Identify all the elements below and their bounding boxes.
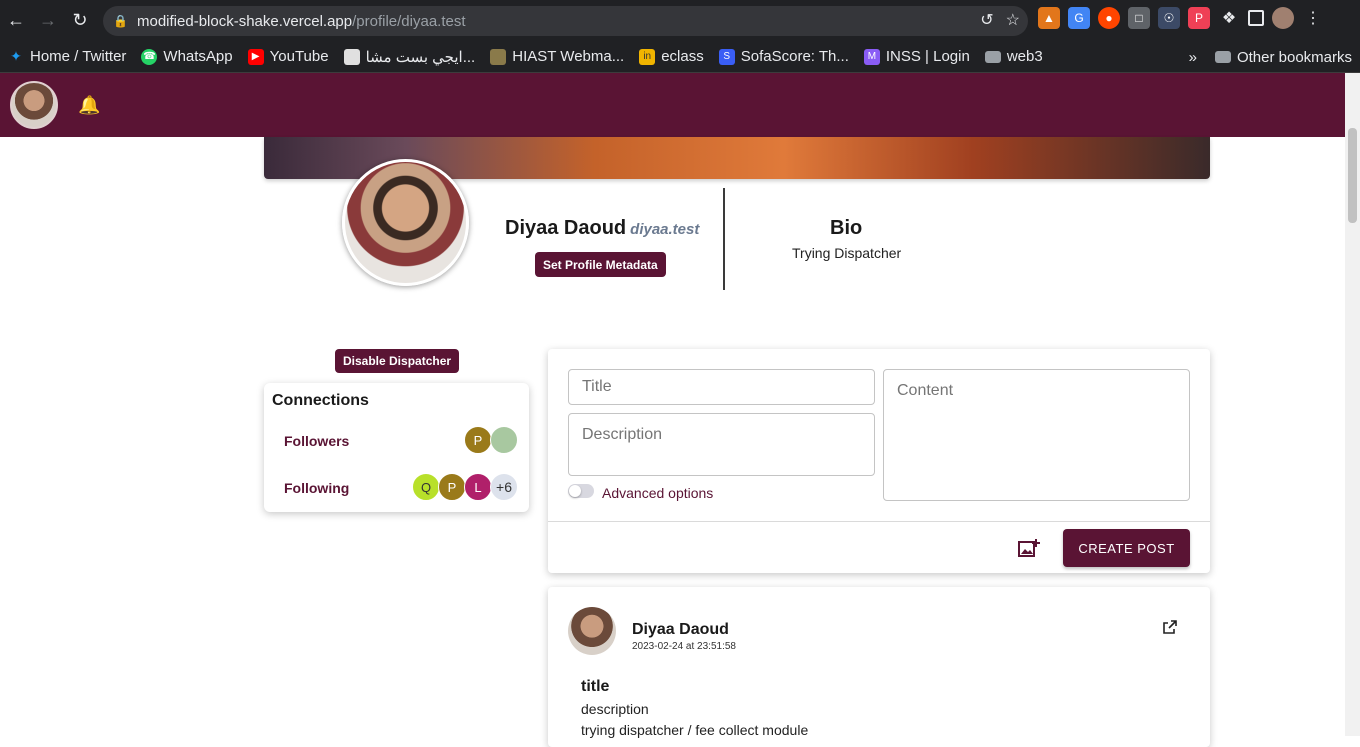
share-icon[interactable]: ↺: [980, 10, 993, 30]
create-post-card: Advanced options CREATE POST: [548, 349, 1210, 573]
connections-card: Connections Followers P Following Q P L …: [264, 383, 529, 512]
more-bookmarks-button[interactable]: »: [1189, 49, 1197, 66]
other-bookmarks-folder[interactable]: Other bookmarks: [1214, 49, 1352, 66]
add-image-icon[interactable]: [1018, 538, 1040, 558]
bookmarks-bar: ✦ Home / Twitter ☎ WhatsApp ▶ YouTube ايجي …: [0, 41, 1360, 73]
profile-avatar: [342, 159, 469, 286]
profile-avatar-icon[interactable]: [1272, 7, 1294, 29]
connections-title: Connections: [272, 392, 369, 409]
translate-icon[interactable]: G: [1068, 7, 1090, 29]
inss-icon: M: [863, 48, 880, 65]
bookmark-item[interactable]: ☎ WhatsApp: [141, 48, 233, 65]
followers-link[interactable]: Followers: [284, 433, 349, 449]
forward-arrow-icon[interactable]: →: [32, 5, 64, 37]
shield-ext-icon[interactable]: ☉: [1158, 7, 1180, 29]
lock-icon: 🔒: [113, 14, 128, 28]
back-arrow-icon[interactable]: ←: [0, 5, 32, 37]
profile-handle: diyaa.test: [630, 221, 700, 238]
post-card: Diyaa Daoud 2023-02-24 at 23:51:58 title…: [548, 587, 1210, 747]
user-avatar[interactable]: [10, 81, 58, 129]
app-header: 🔔: [0, 73, 1345, 137]
set-profile-metadata-button[interactable]: Set Profile Metadata: [535, 252, 666, 277]
disable-dispatcher-button[interactable]: Disable Dispatcher: [335, 349, 460, 373]
bookmark-item[interactable]: in eclass: [639, 48, 704, 65]
cube-ext-icon[interactable]: □: [1128, 7, 1150, 29]
egybest-icon: [343, 48, 360, 65]
bookmark-item[interactable]: M INSS | Login: [863, 48, 970, 65]
post-date: 2023-02-24 at 23:51:58: [632, 641, 736, 652]
address-bar[interactable]: 🔒 modified-block-shake.vercel.app/profil…: [103, 6, 1028, 36]
content-input[interactable]: [883, 369, 1190, 501]
reload-icon[interactable]: ↻: [64, 5, 96, 37]
bookmark-item[interactable]: ايجي بست مشا...: [343, 48, 475, 66]
post-title: title: [581, 678, 610, 695]
page-scrollbar[interactable]: [1345, 73, 1360, 736]
notification-bell-icon[interactable]: 🔔: [78, 95, 100, 116]
bookmark-item[interactable]: S SofaScore: Th...: [718, 48, 849, 65]
divider: [723, 188, 725, 290]
bookmark-star-icon[interactable]: ☆: [1006, 10, 1020, 30]
description-input[interactable]: [568, 413, 875, 476]
bookmark-folder[interactable]: web3: [984, 48, 1043, 65]
url-text: modified-block-shake.vercel.app/profile/…: [137, 12, 466, 30]
open-external-icon[interactable]: [1162, 619, 1178, 635]
extensions-bar: ▲ G ● □ ☉ P ❖ ⋮: [1038, 7, 1324, 29]
folder-icon: [984, 50, 1001, 63]
pocket-ext-icon[interactable]: P: [1188, 7, 1210, 29]
hiast-icon: [490, 48, 507, 65]
sidepanel-icon[interactable]: [1248, 10, 1264, 26]
sofascore-icon: S: [718, 48, 735, 65]
advanced-options-toggle[interactable]: [568, 484, 594, 498]
following-avatar[interactable]: Q: [412, 473, 440, 501]
bookmark-item[interactable]: ✦ Home / Twitter: [8, 48, 126, 65]
scrollbar-thumb[interactable]: [1348, 128, 1357, 223]
post-author-avatar[interactable]: [568, 607, 616, 655]
bio-heading: Bio: [830, 217, 863, 239]
metamask-icon[interactable]: ▲: [1038, 7, 1060, 29]
create-post-button[interactable]: CREATE POST: [1063, 529, 1190, 567]
follower-avatar[interactable]: P: [464, 426, 492, 454]
advanced-options-label[interactable]: Advanced options: [602, 485, 713, 501]
following-link[interactable]: Following: [284, 480, 349, 496]
follower-avatar[interactable]: [490, 426, 518, 454]
whatsapp-icon: ☎: [141, 48, 158, 65]
bookmark-item[interactable]: ▶ YouTube: [247, 48, 329, 65]
eclass-icon: in: [639, 48, 656, 65]
bio-text: Trying Dispatcher: [792, 245, 902, 261]
menu-dots-icon[interactable]: ⋮: [1302, 7, 1324, 29]
following-more-count[interactable]: +6: [490, 473, 518, 501]
post-description: description: [581, 701, 649, 717]
twitter-icon: ✦: [10, 48, 22, 64]
youtube-icon: ▶: [247, 48, 264, 65]
title-input[interactable]: [568, 369, 875, 405]
bookmark-item[interactable]: HIAST Webma...: [490, 48, 624, 65]
post-author-name: Diyaa Daoud: [632, 621, 729, 638]
folder-icon: [1214, 51, 1231, 63]
reddit-ext-icon[interactable]: ●: [1098, 7, 1120, 29]
following-avatar[interactable]: P: [438, 473, 466, 501]
divider: [548, 521, 1210, 522]
following-avatar[interactable]: L: [464, 473, 492, 501]
puzzle-icon[interactable]: ❖: [1218, 7, 1240, 29]
profile-name: Diyaa Daoud diyaa.test: [505, 217, 700, 239]
